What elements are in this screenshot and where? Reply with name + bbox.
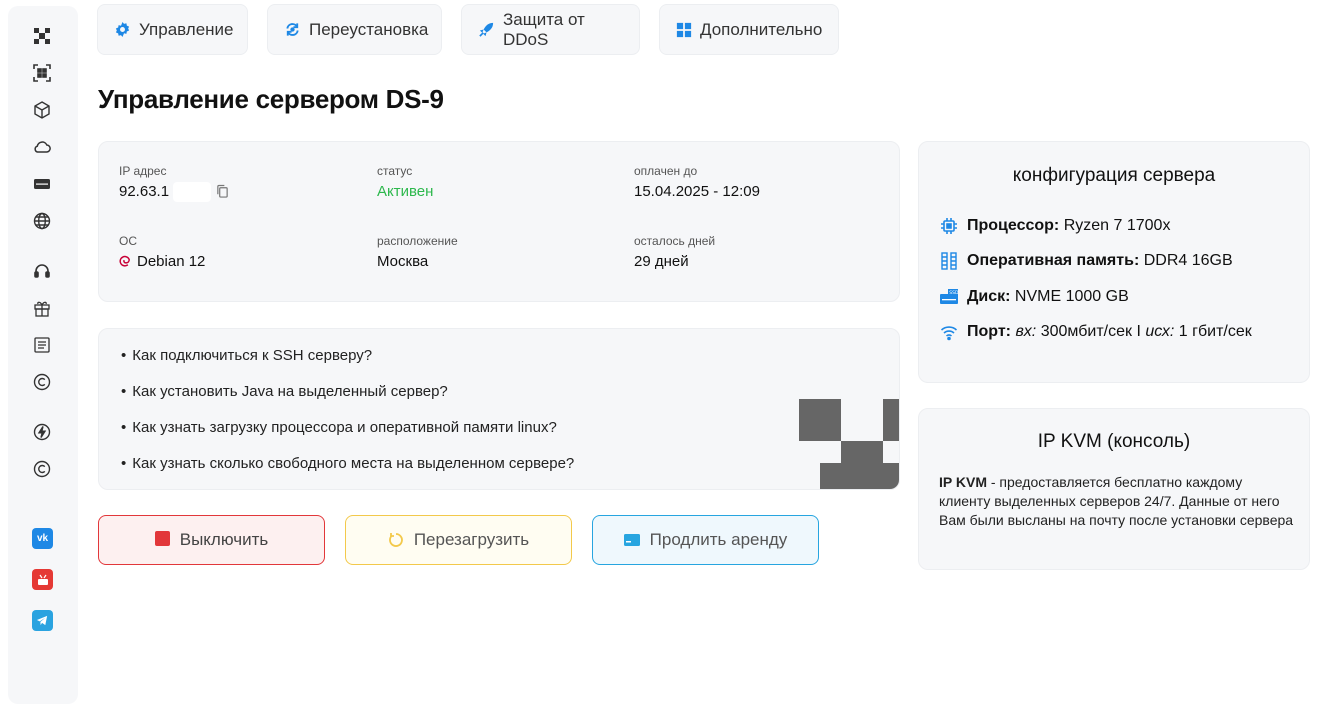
tab-label: Защита от DDoS bbox=[503, 9, 585, 49]
port-in-label: вх: bbox=[1015, 323, 1037, 340]
document-icon[interactable] bbox=[32, 335, 52, 355]
ip-value: 92.63.1 bbox=[119, 183, 170, 200]
rocket-icon bbox=[478, 21, 495, 39]
server-icon[interactable] bbox=[32, 174, 52, 194]
tab-additional[interactable]: Дополнительно bbox=[659, 4, 839, 55]
kvm-bold: IP KVM bbox=[939, 474, 987, 490]
ram-label: Оперативная память: bbox=[967, 252, 1140, 269]
kvm-text: - предоставляется бесплатно каждому клие… bbox=[939, 474, 1294, 528]
config-port-row: Порт: вх: 300мбит/сек I исх: 1 гбит/сек bbox=[939, 322, 1252, 342]
ram-value: DDR4 16GB bbox=[1143, 252, 1233, 269]
days-left-value: 29 дней bbox=[634, 253, 689, 270]
location-value: Москва bbox=[377, 253, 429, 270]
tab-label: Управление bbox=[139, 19, 234, 39]
cpu-value: Ryzen 7 1700x bbox=[1063, 217, 1171, 234]
extend-rental-label: Продлить аренду bbox=[649, 530, 788, 549]
server-info-card: IP адрес 92.63.1 статус Активен оплачен … bbox=[98, 141, 900, 302]
power-off-label: Выключить bbox=[179, 530, 269, 549]
minecraft-icon[interactable] bbox=[32, 26, 52, 46]
power-off-button[interactable]: Выключить bbox=[98, 515, 325, 565]
faq-link-disk-space[interactable]: Как узнать сколько свободного места на в… bbox=[121, 455, 574, 472]
kvm-description: IP KVM - предоставляется бесплатно каждо… bbox=[939, 473, 1294, 530]
os-label: ОС bbox=[119, 234, 137, 248]
gift-icon[interactable] bbox=[32, 298, 52, 318]
ssd-icon: SSD bbox=[939, 287, 959, 307]
faq-link-cpu-ram[interactable]: Как узнать загрузку процессора и операти… bbox=[121, 419, 557, 436]
restart-button[interactable]: Перезагрузить bbox=[345, 515, 572, 565]
config-ram-row: Оперативная память: DDR4 16GB bbox=[939, 251, 1233, 271]
cube-icon[interactable] bbox=[32, 100, 52, 120]
server-config-card: конфигурация сервера Процессор: Ryzen 7 … bbox=[918, 141, 1310, 383]
restart-label: Перезагрузить bbox=[413, 530, 530, 549]
location-label: расположение bbox=[377, 234, 458, 248]
faq-link-java[interactable]: Как установить Java на выделенный сервер… bbox=[121, 383, 448, 400]
days-left-label: осталось дней bbox=[634, 234, 716, 248]
bolt-icon[interactable] bbox=[32, 422, 52, 442]
paid-until-value: 15.04.2025 - 12:09 bbox=[634, 183, 760, 200]
ip-kvm-card: IP KVM (консоль) IP KVM - предоставляетс… bbox=[918, 408, 1310, 570]
ip-mask bbox=[173, 182, 211, 202]
port-out-value: 1 гбит/сек bbox=[1178, 323, 1252, 340]
restart-icon bbox=[388, 532, 404, 548]
tab-label: Дополнительно bbox=[700, 19, 823, 39]
sidebar: vk bbox=[8, 6, 78, 704]
copy-icon[interactable] bbox=[216, 184, 230, 200]
qr-icon[interactable] bbox=[32, 63, 52, 83]
tab-reinstall[interactable]: Переустановка bbox=[267, 4, 442, 55]
faq-card: Как подключиться к SSH серверу? Как уста… bbox=[98, 328, 900, 490]
kvm-title: IP KVM (консоль) bbox=[1037, 431, 1191, 452]
disk-label: Диск: bbox=[967, 288, 1011, 305]
disk-value: NVME 1000 GB bbox=[1014, 288, 1129, 305]
ram-icon bbox=[939, 251, 959, 271]
stop-icon bbox=[154, 530, 170, 546]
status-label: статус bbox=[377, 164, 413, 178]
gear-icon bbox=[114, 21, 131, 39]
reinstall-icon bbox=[284, 21, 301, 39]
pixel-art-decoration bbox=[799, 399, 899, 489]
wifi-icon bbox=[939, 322, 959, 342]
config-title: конфигурация сервера bbox=[1012, 165, 1216, 186]
port-out-label: исх: bbox=[1145, 323, 1175, 340]
cpu-icon bbox=[939, 216, 959, 236]
grid-icon bbox=[676, 21, 692, 39]
youtube-icon[interactable] bbox=[32, 569, 53, 590]
ip-label: IP адрес bbox=[119, 164, 167, 178]
svg-text:SSD: SSD bbox=[949, 290, 959, 296]
faq-link-ssh[interactable]: Как подключиться к SSH серверу? bbox=[121, 347, 372, 364]
vk-icon[interactable]: vk bbox=[32, 528, 53, 549]
config-disk-row: SSD Диск: NVME 1000 GB bbox=[939, 287, 1129, 307]
config-cpu-row: Процессор: Ryzen 7 1700x bbox=[939, 216, 1170, 236]
tab-label: Переустановка bbox=[309, 19, 429, 39]
headset-icon[interactable] bbox=[32, 261, 52, 281]
tab-management[interactable]: Управление bbox=[97, 4, 248, 55]
extend-rental-button[interactable]: Продлить аренду bbox=[592, 515, 819, 565]
copyright-icon[interactable] bbox=[32, 372, 52, 392]
tab-ddos-protection[interactable]: Защита от DDoS bbox=[461, 4, 640, 55]
copyright-icon-2[interactable] bbox=[32, 459, 52, 479]
cloud-icon[interactable] bbox=[32, 137, 52, 157]
port-in-value: 300мбит/сек I bbox=[1040, 323, 1141, 340]
globe-icon[interactable] bbox=[32, 211, 52, 231]
os-value: Debian 12 bbox=[137, 253, 206, 270]
card-icon bbox=[623, 534, 640, 546]
page-title: Управление сервером DS-9 bbox=[98, 84, 444, 114]
paid-until-label: оплачен до bbox=[634, 164, 698, 178]
debian-icon bbox=[119, 254, 133, 270]
telegram-icon[interactable] bbox=[32, 610, 53, 631]
port-label: Порт: bbox=[967, 323, 1011, 340]
cpu-label: Процессор: bbox=[967, 217, 1060, 234]
status-value: Активен bbox=[377, 183, 434, 200]
